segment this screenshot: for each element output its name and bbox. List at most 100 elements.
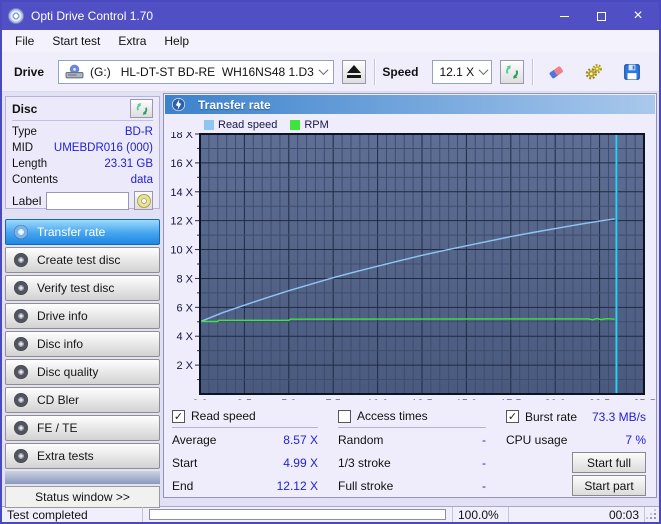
drive-select[interactable]: (G:) HL-DT-ST BD-RE WH16NS48 1.D3 — [58, 60, 334, 84]
burst-rate-checkbox[interactable] — [506, 410, 519, 423]
svg-text:6 X: 6 X — [176, 302, 193, 314]
minimize-button[interactable] — [549, 5, 579, 27]
sidebar-item-disc-info[interactable]: Disc info — [5, 331, 160, 357]
legend-read-speed: Read speed — [204, 119, 277, 131]
read-speed-toggle-cell: Read speed — [172, 405, 318, 428]
progress-percent: 100.0% — [453, 507, 509, 522]
transfer-rate-disc-icon — [171, 97, 186, 112]
drive-icon — [65, 64, 84, 79]
maximize-icon — [597, 12, 606, 21]
left-panel: Disc Type BD-R MI — [2, 92, 163, 506]
read-speed-swatch — [204, 120, 214, 130]
status-text: Test completed — [2, 507, 143, 522]
random-row: Random- — [338, 428, 486, 451]
menu-help[interactable]: Help — [155, 32, 198, 50]
disc-label-row: Label — [12, 191, 153, 210]
toolbar-separator — [532, 59, 533, 85]
toolbar-separator — [374, 59, 375, 85]
status-window-button[interactable]: Status window >> — [5, 486, 160, 508]
stats-area: Read speed Access times Burst rate 73.3 … — [164, 400, 656, 497]
eject-button[interactable] — [342, 60, 366, 84]
sidebar-item-cd-bler[interactable]: CD Bler — [5, 387, 160, 413]
eraser-icon — [547, 60, 565, 84]
refresh-disc-button[interactable] — [130, 99, 153, 118]
sidebar-item-extra-tests[interactable]: Extra tests — [5, 443, 160, 469]
sidebar-item-drive-info[interactable]: Drive info — [5, 303, 160, 329]
speed-select[interactable]: 12.1 X — [432, 60, 492, 84]
maximize-button[interactable] — [586, 5, 616, 27]
eject-icon — [347, 65, 361, 73]
menu-extra[interactable]: Extra — [109, 32, 155, 50]
panel-header: Transfer rate — [165, 95, 655, 114]
drive-label: Drive — [14, 65, 44, 79]
disc-icon — [14, 421, 28, 435]
full-stroke-row: Full stroke- — [338, 474, 486, 497]
disc-icon — [14, 365, 28, 379]
svg-text:2 X: 2 X — [176, 360, 193, 372]
refresh-arrows-icon — [135, 102, 149, 116]
disc-field-length: Length 23.31 GB — [12, 156, 153, 172]
disc-field-type: Type BD-R — [12, 124, 153, 140]
access-times-checkbox[interactable] — [338, 410, 351, 423]
progress-bar — [149, 509, 446, 520]
start-full-cell: Start full — [506, 451, 646, 474]
end-row: End12.12 X — [172, 474, 318, 497]
close-button[interactable] — [623, 5, 653, 27]
sidebar-item-transfer-rate[interactable]: Transfer rate — [5, 219, 160, 245]
disc-field-contents: Contents data — [12, 172, 153, 188]
sidebar-item-fe-te[interactable]: FE / TE — [5, 415, 160, 441]
svg-text:16 X: 16 X — [170, 158, 193, 170]
start-part-button[interactable]: Start part — [572, 475, 646, 496]
write-label-button[interactable] — [134, 191, 153, 210]
drive-value: (G:) HL-DT-ST BD-RE WH16NS48 1.D3 — [90, 65, 314, 79]
menu-bar: File Start test Extra Help — [2, 30, 659, 52]
menu-file[interactable]: File — [6, 32, 43, 50]
disc-icon — [14, 225, 28, 239]
erase-disc-button[interactable] — [541, 58, 571, 86]
third-stroke-row: 1/3 stroke- — [338, 451, 486, 474]
svg-text:10 X: 10 X — [170, 244, 193, 256]
transfer-rate-chart: 2 X4 X6 X8 X10 X12 X14 X16 X18 X0.02.55.… — [166, 132, 658, 400]
cpu-usage-row: CPU usage7 % — [506, 428, 646, 451]
sidebar-spacer — [5, 471, 160, 484]
gold-disc-icon — [137, 194, 151, 208]
burst-rate-toggle-cell: Burst rate 73.3 MB/s — [506, 405, 646, 428]
sidebar-item-create-test-disc[interactable]: Create test disc — [5, 247, 160, 273]
gears-icon — [585, 60, 603, 83]
rpm-swatch — [290, 120, 300, 130]
label-field-caption: Label — [12, 194, 41, 208]
disc-icon — [14, 449, 28, 463]
access-times-toggle-cell: Access times — [338, 405, 486, 428]
minimize-icon — [560, 16, 569, 17]
speed-value: 12.1 X — [439, 65, 474, 79]
speed-label: Speed — [382, 65, 418, 79]
sidebar: Transfer rate Create test disc Verify te… — [2, 219, 163, 508]
status-bar: Test completed 100.0% 00:03 — [2, 506, 659, 522]
average-row: Average8.57 X — [172, 428, 318, 451]
disc-info-panel: Disc Type BD-R MI — [5, 96, 160, 209]
refresh-arrows-icon — [504, 64, 520, 80]
sidebar-item-disc-quality[interactable]: Disc quality — [5, 359, 160, 385]
disc-panel-title: Disc — [12, 102, 37, 116]
start-row: Start4.99 X — [172, 451, 318, 474]
sidebar-item-verify-test-disc[interactable]: Verify test disc — [5, 275, 160, 301]
disc-label-input[interactable] — [46, 192, 129, 210]
settings-button[interactable] — [579, 58, 609, 86]
disc-field-mid: MID UMEBDR016 (000) — [12, 140, 153, 156]
elapsed-time: 00:03 — [509, 507, 645, 522]
title-bar: Opti Drive Control 1.70 — [2, 2, 659, 30]
progress-section — [143, 507, 453, 522]
disc-icon — [14, 309, 28, 323]
svg-text:18 X: 18 X — [170, 132, 193, 141]
burst-rate-value: 73.3 MB/s — [592, 410, 646, 424]
refresh-speed-button[interactable] — [500, 60, 524, 84]
read-speed-checkbox[interactable] — [172, 410, 185, 423]
save-button[interactable] — [617, 58, 647, 86]
start-full-button[interactable]: Start full — [572, 452, 646, 473]
resize-grip-icon[interactable] — [645, 507, 659, 522]
save-floppy-icon — [623, 61, 641, 83]
start-part-cell: Start part — [506, 474, 646, 497]
menu-start-test[interactable]: Start test — [43, 32, 109, 50]
toolbar: Drive (G:) HL-DT-ST BD-RE WH16NS48 1.D3 … — [2, 52, 659, 92]
window-title: Opti Drive Control 1.70 — [31, 9, 542, 23]
